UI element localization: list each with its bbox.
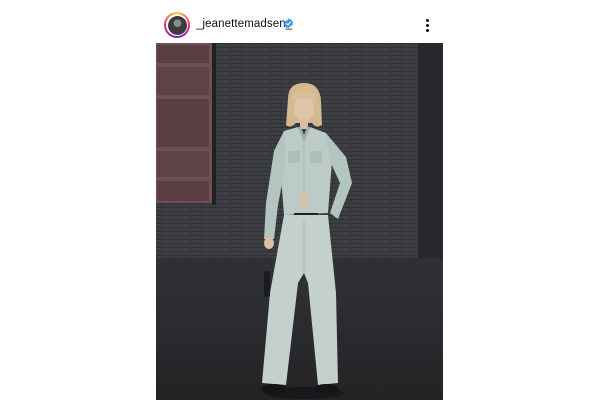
post-photo xyxy=(156,43,443,400)
ground xyxy=(156,285,443,400)
avatar[interactable] xyxy=(166,14,188,36)
more-options-icon xyxy=(425,18,429,22)
story-ring[interactable] xyxy=(164,12,190,38)
username-link[interactable]: _jeanettemadsen_ xyxy=(196,18,292,30)
verified-badge-icon xyxy=(283,18,294,29)
avatar-image xyxy=(167,15,187,35)
post-image[interactable] xyxy=(156,43,443,400)
post-header: _jeanettemadsen_ xyxy=(156,8,443,42)
more-options-button[interactable] xyxy=(420,16,434,34)
